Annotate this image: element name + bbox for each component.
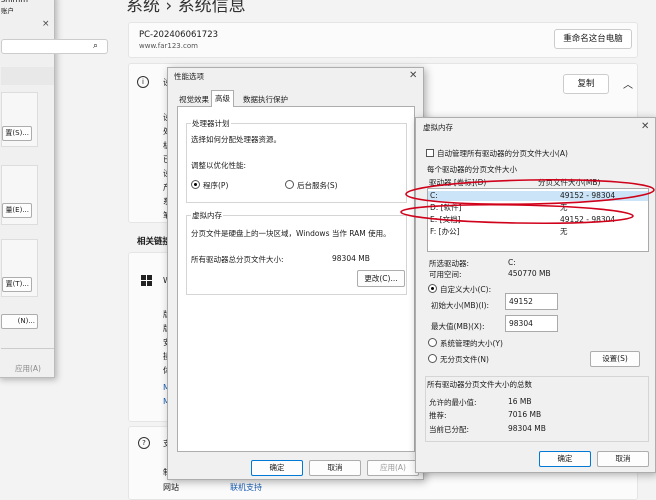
- group-box: 置(S)...: [1, 92, 38, 147]
- min-label: 允许的最小值:: [429, 398, 477, 407]
- initial-size-label: 初始大小(MB)(I):: [431, 301, 490, 310]
- programs-radio[interactable]: [191, 180, 200, 189]
- current-label: 当前已分配:: [429, 425, 470, 434]
- chevron-up-icon[interactable]: ︿: [623, 76, 633, 91]
- group-box: 置(T)...: [1, 239, 38, 297]
- divider: [1, 348, 54, 349]
- min-value: 16 MB: [508, 397, 532, 406]
- max-size-input[interactable]: 98304: [505, 315, 558, 332]
- cancel-button[interactable]: 取消: [309, 460, 361, 476]
- group-title: 处理器计划: [191, 118, 231, 129]
- info-icon: i: [137, 76, 149, 88]
- no-paging-label: 无分页文件(N): [440, 355, 489, 364]
- current-value: 98304 MB: [508, 424, 546, 433]
- website-label: 网站: [163, 483, 179, 492]
- total-paging-value: 98304 MB: [332, 254, 370, 263]
- services-radio[interactable]: [285, 180, 294, 189]
- selected-drive-value: C:: [508, 258, 516, 267]
- page-title: 系统 › 系统信息: [126, 0, 246, 16]
- close-icon[interactable]: ✕: [409, 70, 417, 81]
- selected-nav-item[interactable]: [1, 67, 54, 85]
- space-value: 450770 MB: [508, 269, 551, 278]
- network-id-button[interactable]: (N)...: [1, 314, 38, 329]
- rename-pc-button[interactable]: 重命名这台电脑: [554, 29, 632, 49]
- optimize-label: 调整以优化性能:: [191, 161, 247, 170]
- group-box: 量(E)...: [1, 165, 38, 225]
- vm-description: 分页文件是硬盘上的一块区域，Windows 当作 RAM 使用。: [191, 229, 391, 238]
- related-links-label: 相关链接: [137, 237, 172, 247]
- drive-row[interactable]: F: [办公] 无: [428, 227, 648, 237]
- pc-site: www.far123.com: [139, 42, 198, 50]
- tab-advanced[interactable]: 高级: [211, 90, 234, 107]
- windows-logo-icon: [141, 275, 152, 286]
- custom-size-radio[interactable]: [428, 284, 437, 293]
- dialog-title: 虚拟内存: [423, 123, 453, 132]
- set-button[interactable]: 设置(S): [590, 351, 640, 367]
- recommended-value: 7016 MB: [508, 410, 542, 419]
- drive-row[interactable]: C: 49152 - 98304: [428, 191, 648, 201]
- cancel-button[interactable]: 取消: [597, 451, 649, 467]
- env-vars-button[interactable]: 量(E)...: [2, 203, 32, 218]
- question-icon: ?: [138, 437, 150, 449]
- custom-size-label: 自定义大小(C):: [440, 285, 492, 294]
- processor-scheduling-group: 处理器计划 选择如何分配处理器资源。 调整以优化性能: 程序(P) 后台服务(S…: [186, 118, 407, 203]
- col-drive-header: 驱动器 [卷标](D): [429, 178, 487, 187]
- performance-options-dialog: 性能选项 ✕ 视觉效果 高级 数据执行保护 处理器计划 选择如何分配处理器资源。…: [167, 67, 424, 480]
- group-title: 所有驱动器分页文件大小的总数: [427, 380, 532, 389]
- ok-button[interactable]: 确定: [251, 460, 303, 476]
- no-paging-radio[interactable]: [428, 354, 437, 363]
- max-size-label: 最大值(MB)(X):: [431, 322, 485, 331]
- virtual-memory-dialog: 虚拟内存 ✕ 自动管理所有驱动器的分页文件大小(A) 每个驱动器的分页文件大小 …: [415, 117, 656, 473]
- system-managed-label: 系统管理的大小(Y): [440, 339, 503, 348]
- selected-drive-label: 所选驱动器:: [429, 259, 470, 268]
- col-size-header: 分页文件大小(MB): [538, 178, 601, 187]
- dialog-fragment-title: shimm: [1, 0, 28, 4]
- proc-description: 选择如何分配处理器资源。: [191, 135, 281, 144]
- settings-button[interactable]: 置(S)...: [2, 126, 32, 141]
- change-button[interactable]: 更改(C)...: [357, 270, 405, 287]
- system-managed-radio[interactable]: [428, 338, 437, 347]
- total-paging-label: 所有驱动器总分页文件大小:: [191, 255, 284, 264]
- startup-settings-button[interactable]: 置(T)...: [2, 277, 32, 292]
- space-label: 可用空间:: [429, 270, 462, 279]
- search-icon: ⌕: [93, 41, 99, 51]
- system-properties-dialog: shimm 账户 × ⌕ 置(S)... 量(E)... 置(T)... (N)…: [0, 0, 108, 378]
- programs-label: 程序(P): [203, 181, 229, 190]
- initial-size-input[interactable]: 49152: [505, 293, 558, 310]
- auto-manage-checkbox[interactable]: [426, 149, 434, 157]
- drive-row[interactable]: E: [文档] 49152 - 98304: [428, 215, 648, 225]
- drive-listbox[interactable]: C: 49152 - 98304 D: [软件] 无 E: [文档] 49152…: [427, 188, 649, 252]
- services-label: 后台服务(S): [297, 181, 338, 190]
- virtual-memory-group: 虚拟内存 分页文件是硬盘上的一块区域，Windows 当作 RAM 使用。 所有…: [186, 210, 407, 295]
- copy-button[interactable]: 复制: [563, 74, 609, 94]
- group-title: 虚拟内存: [191, 210, 223, 221]
- online-support-link[interactable]: 联机支持: [230, 482, 262, 493]
- ok-button[interactable]: 确定: [539, 451, 591, 467]
- dialog-title: 性能选项: [174, 72, 204, 81]
- group-title: 每个驱动器的分页文件大小: [427, 165, 517, 174]
- auto-manage-label: 自动管理所有驱动器的分页文件大小(A): [437, 149, 568, 158]
- pc-name-card: PC-202406061723 www.far123.com 重命名这台电脑: [128, 22, 638, 58]
- advanced-tab-panel: 处理器计划 选择如何分配处理器资源。 调整以优化性能: 程序(P) 后台服务(S…: [177, 106, 415, 452]
- drive-row[interactable]: D: [软件] 无: [428, 203, 648, 213]
- close-icon[interactable]: ✕: [641, 121, 649, 132]
- pc-name: PC-202406061723: [139, 30, 219, 40]
- recommended-label: 推荐:: [429, 411, 447, 420]
- apply-button[interactable]: 应用(A): [367, 460, 419, 476]
- close-icon[interactable]: ×: [42, 19, 50, 29]
- dialog-fragment-subtitle: 账户: [1, 7, 14, 15]
- apply-button[interactable]: 应用(A): [7, 360, 49, 377]
- search-input[interactable]: [1, 39, 108, 54]
